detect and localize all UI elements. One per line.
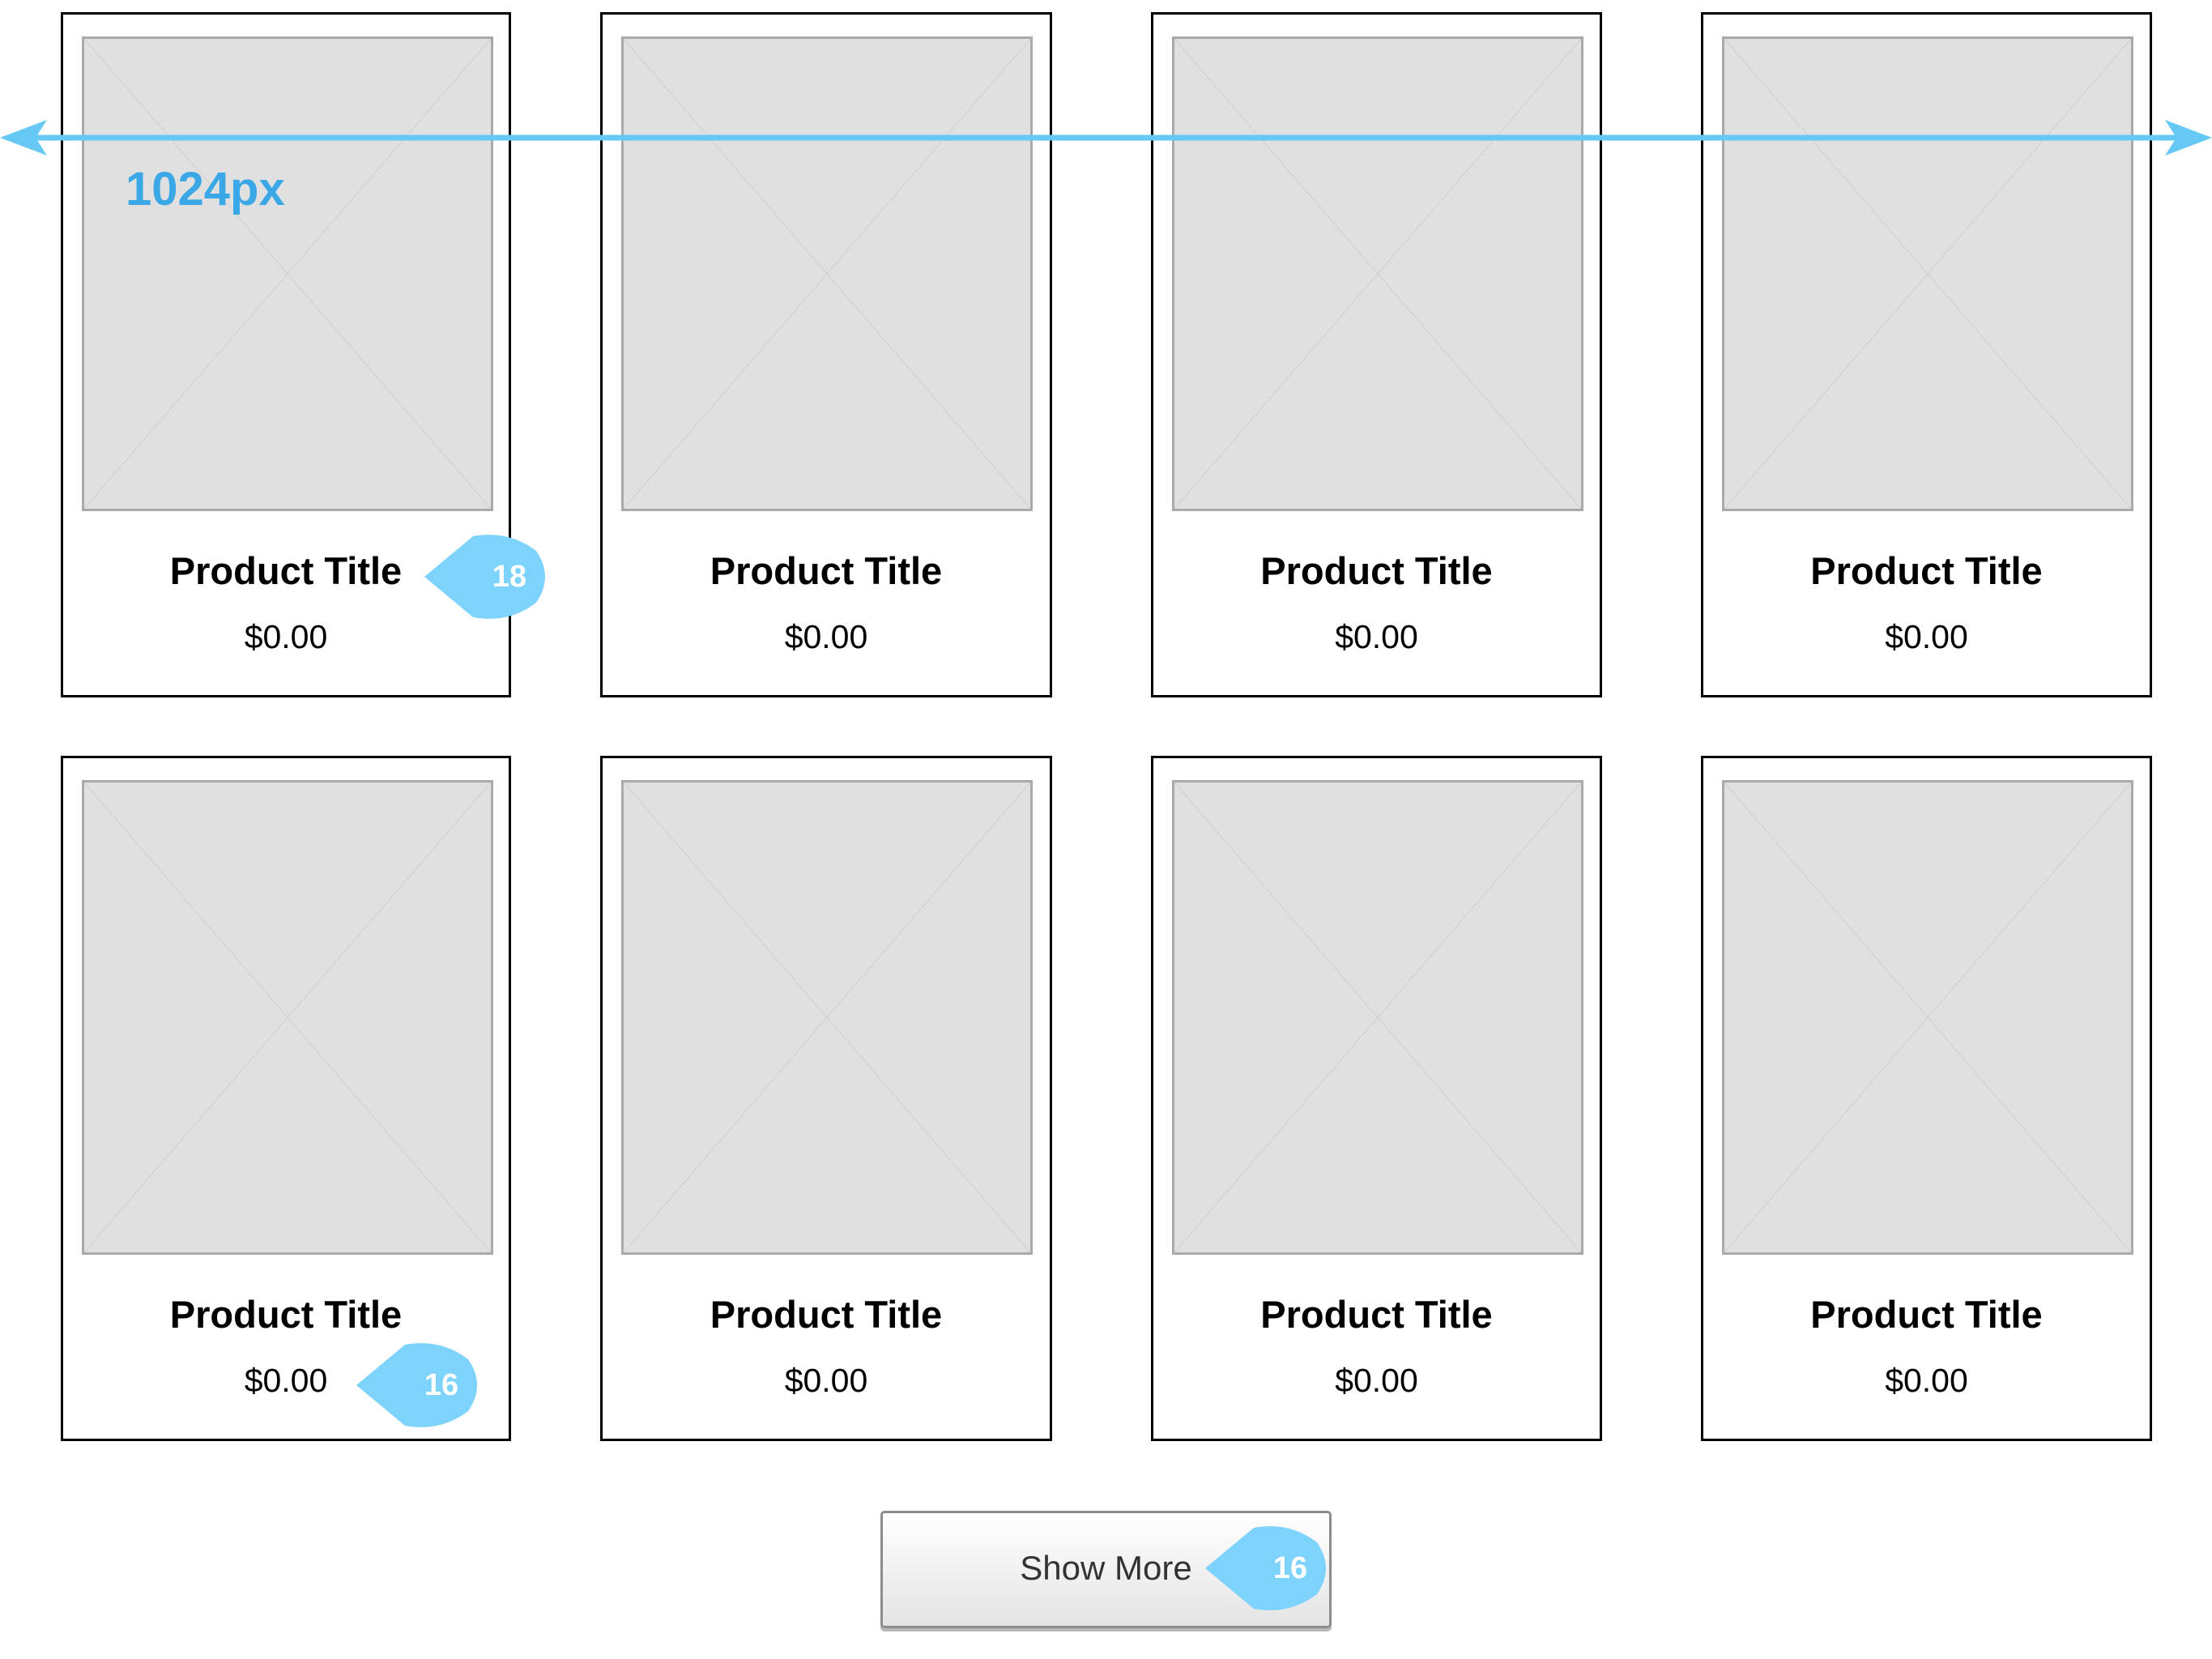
product-card[interactable]: Product Title $0.00 bbox=[61, 756, 511, 1441]
product-image-placeholder bbox=[1722, 780, 2133, 1255]
width-measurement-arrow bbox=[0, 120, 2212, 156]
product-price: $0.00 bbox=[1335, 618, 1418, 655]
product-card[interactable]: Product Title $0.00 bbox=[600, 756, 1052, 1441]
product-price: $0.00 bbox=[1335, 1362, 1418, 1399]
product-title[interactable]: Product Title bbox=[603, 1295, 1050, 1333]
annotation-value: 16 bbox=[424, 1368, 459, 1402]
product-image-placeholder bbox=[1172, 780, 1583, 1255]
product-title[interactable]: Product Title bbox=[1153, 552, 1600, 590]
product-image-placeholder bbox=[82, 780, 493, 1255]
product-title[interactable]: Product Title bbox=[63, 1295, 509, 1333]
font-size-annotation-badge: 18 bbox=[424, 535, 550, 619]
product-title[interactable]: Product Title bbox=[1703, 552, 2150, 590]
font-size-annotation-badge: 16 bbox=[1205, 1526, 1331, 1610]
product-title[interactable]: Product Title bbox=[1153, 1295, 1600, 1333]
product-image-placeholder bbox=[621, 780, 1033, 1255]
product-card[interactable]: Product Title $0.00 bbox=[1151, 756, 1602, 1441]
product-price: $0.00 bbox=[784, 1362, 868, 1399]
product-price: $0.00 bbox=[1885, 618, 1968, 655]
product-price: $0.00 bbox=[244, 618, 328, 655]
annotation-value: 16 bbox=[1272, 1551, 1308, 1585]
product-price: $0.00 bbox=[784, 618, 868, 655]
product-card[interactable]: Product Title $0.00 bbox=[1701, 756, 2152, 1441]
product-title[interactable]: Product Title bbox=[603, 552, 1050, 590]
annotation-value: 18 bbox=[492, 560, 527, 594]
font-size-annotation-badge: 16 bbox=[356, 1343, 482, 1427]
product-title[interactable]: Product Title bbox=[1703, 1295, 2150, 1333]
width-measurement-label: 1024px bbox=[126, 163, 285, 215]
product-price: $0.00 bbox=[1885, 1362, 1968, 1399]
